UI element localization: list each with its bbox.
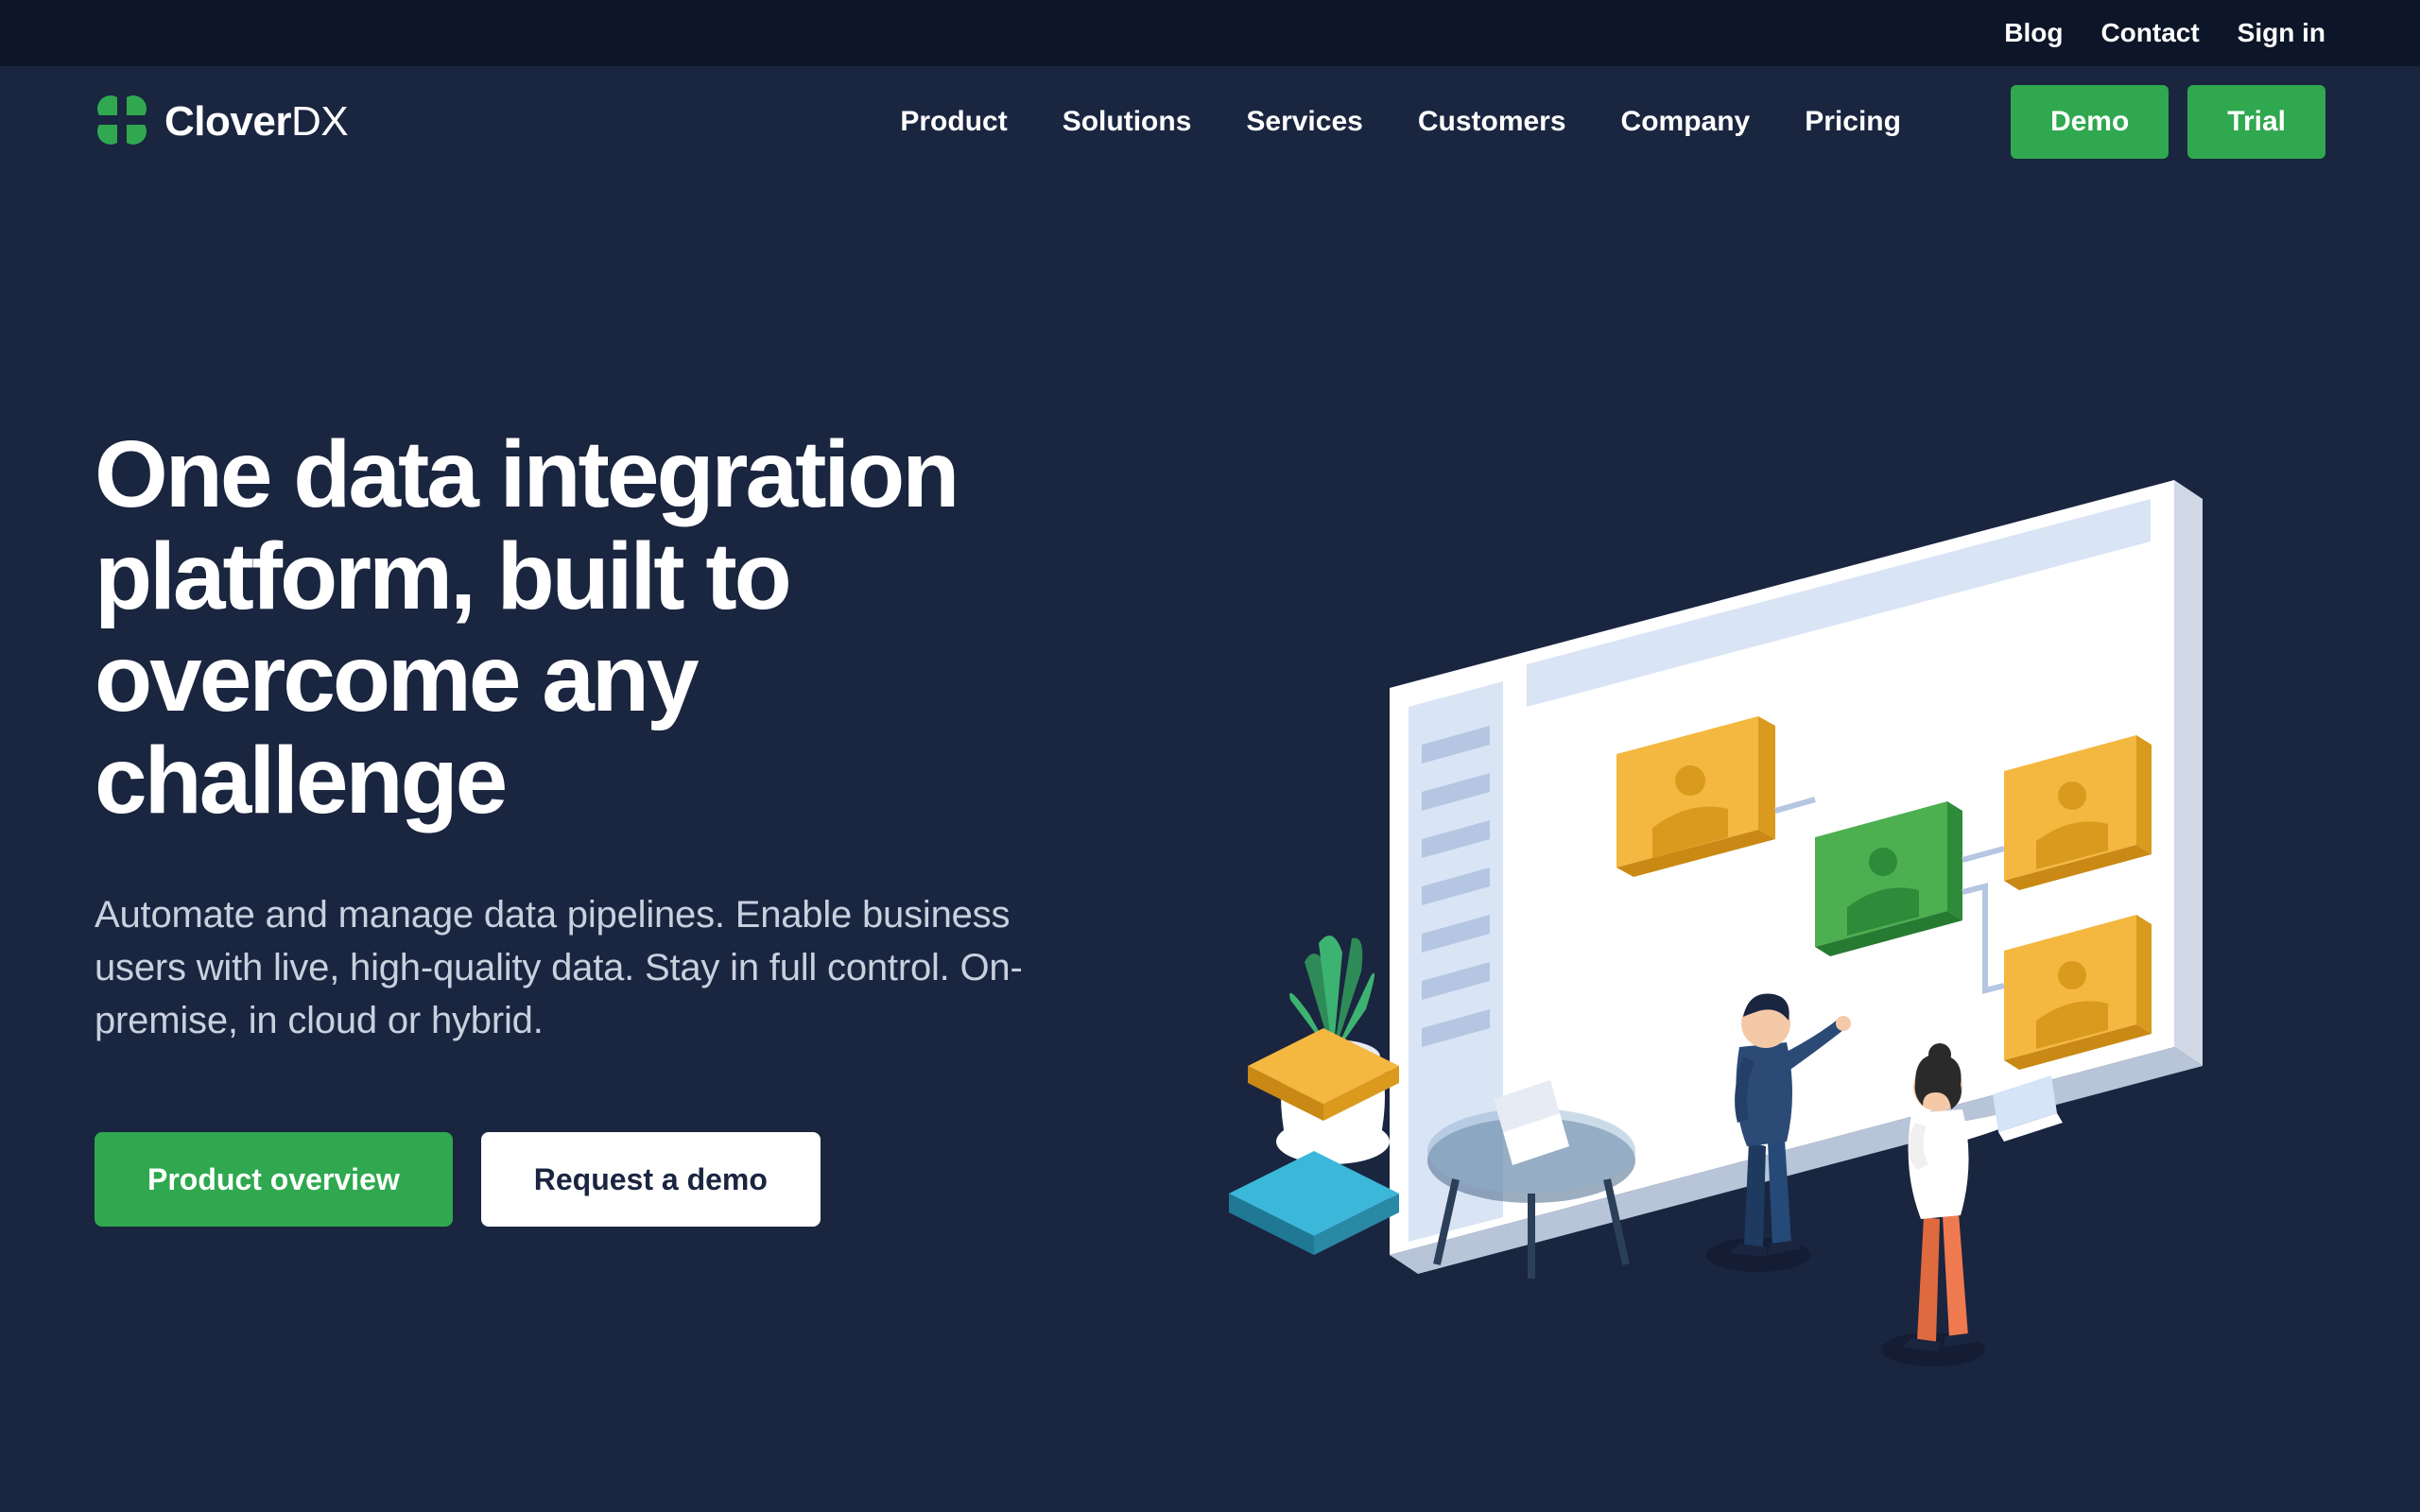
topbar-link-contact[interactable]: Contact: [2100, 18, 2199, 48]
brand-logo[interactable]: CloverDX: [95, 93, 348, 152]
nav-solutions[interactable]: Solutions: [1063, 106, 1192, 138]
nav-customers[interactable]: Customers: [1418, 106, 1566, 138]
hero: One data integration platform, built to …: [0, 178, 2420, 1227]
product-overview-button[interactable]: Product overview: [95, 1132, 453, 1227]
request-demo-button[interactable]: Request a demo: [481, 1132, 821, 1227]
nav-links: Product Solutions Services Customers Com…: [900, 85, 2325, 159]
demo-button[interactable]: Demo: [2011, 85, 2169, 159]
nav-product[interactable]: Product: [900, 106, 1007, 138]
isometric-illustration-icon: [1153, 367, 2382, 1406]
navbar: CloverDX Product Solutions Services Cust…: [0, 66, 2420, 178]
hero-illustration: [1153, 367, 2325, 1227]
hero-ctas: Product overview Request a demo: [95, 1132, 1097, 1227]
hero-left: One data integration platform, built to …: [95, 423, 1097, 1227]
topbar: Blog Contact Sign in: [0, 0, 2420, 66]
nav-buttons: Demo Trial: [2011, 85, 2325, 159]
nav-company[interactable]: Company: [1621, 106, 1751, 138]
hero-title: One data integration platform, built to …: [95, 423, 1097, 832]
topbar-link-signin[interactable]: Sign in: [2238, 18, 2325, 48]
topbar-link-blog[interactable]: Blog: [2004, 18, 2063, 48]
clover-icon: [95, 93, 149, 152]
brand-name: CloverDX: [164, 98, 348, 146]
hero-subtitle: Automate and manage data pipelines. Enab…: [95, 888, 1097, 1047]
nav-services[interactable]: Services: [1246, 106, 1362, 138]
trial-button[interactable]: Trial: [2187, 85, 2325, 159]
nav-pricing[interactable]: Pricing: [1805, 106, 1901, 138]
